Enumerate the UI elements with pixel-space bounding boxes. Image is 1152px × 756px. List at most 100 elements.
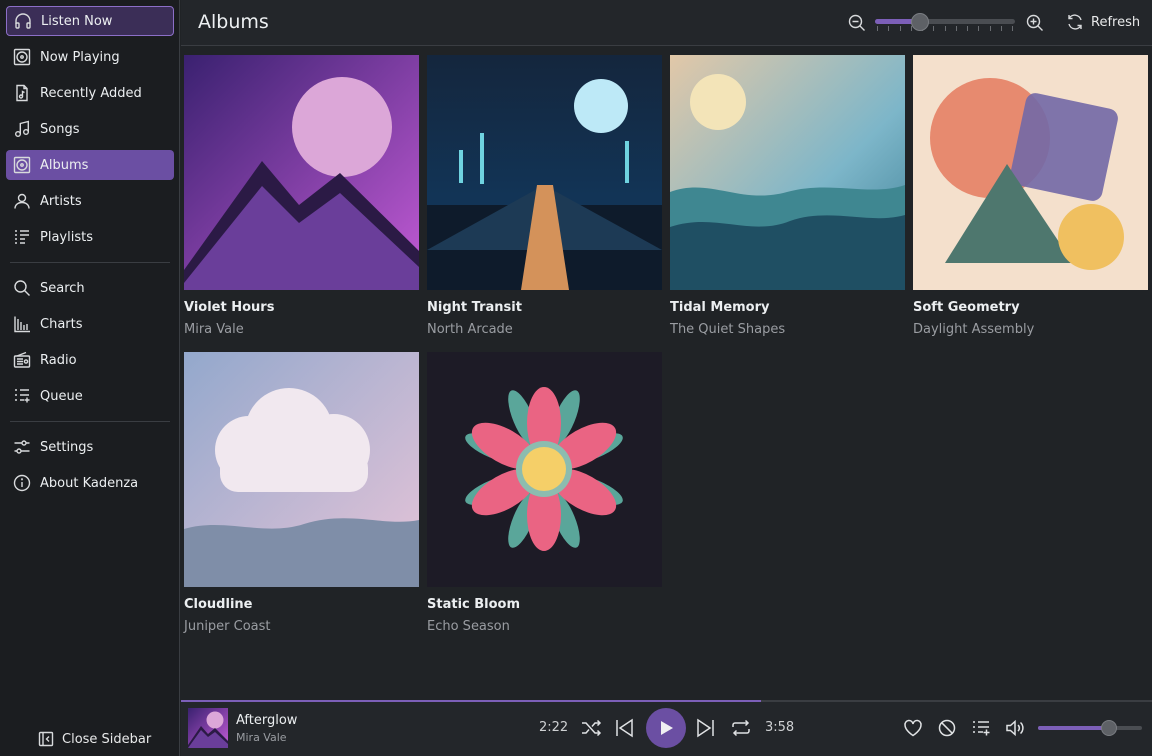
elapsed-time: 2:22 xyxy=(539,720,569,735)
track-duration: 3:58 xyxy=(765,720,795,735)
chart-icon xyxy=(12,314,32,334)
sidebar-item-label: Charts xyxy=(40,316,83,332)
mute-button[interactable] xyxy=(1003,716,1027,740)
sidebar-item-charts[interactable]: Charts xyxy=(6,309,174,339)
repeat-icon xyxy=(732,719,750,737)
zoom-slider-ticks xyxy=(877,26,1013,32)
close-sidebar-button[interactable]: Close Sidebar xyxy=(38,728,151,750)
queue-icon xyxy=(973,721,990,736)
zoom-out-icon xyxy=(848,14,865,31)
sidebar-item-label: About Kadenza xyxy=(40,475,139,491)
skip-forward-icon xyxy=(697,718,714,738)
player-bar: Afterglow Mira Vale 2:22 3:58 xyxy=(181,702,1152,756)
album-card[interactable]: Soft Geometry Daylight Assembly xyxy=(913,55,1148,337)
album-grid: Violet Hours Mira Vale Night Transit Nor xyxy=(181,47,1152,700)
music-note-icon xyxy=(12,119,32,139)
album-card[interactable]: Cloudline Juniper Coast xyxy=(184,352,419,634)
person-icon xyxy=(12,191,32,211)
sidebar-item-radio[interactable]: Radio xyxy=(6,345,174,375)
album-artist[interactable]: The Quiet Shapes xyxy=(670,322,905,337)
album-artist[interactable]: Echo Season xyxy=(427,619,662,634)
album-card[interactable]: Violet Hours Mira Vale xyxy=(184,55,419,337)
queue-icon xyxy=(12,386,32,406)
zoom-out-button[interactable] xyxy=(847,13,867,33)
sidebar-item-label: Settings xyxy=(40,439,94,455)
sidebar-item-albums[interactable]: Albums xyxy=(6,150,174,180)
refresh-icon xyxy=(1068,14,1082,30)
volume-icon xyxy=(1006,719,1024,737)
album-card[interactable]: Static Bloom Echo Season xyxy=(427,352,662,634)
album-title: Tidal Memory xyxy=(670,300,770,315)
sidebar-item-queue[interactable]: Queue xyxy=(6,381,174,411)
close-sidebar-label: Close Sidebar xyxy=(62,731,152,747)
sidebar-divider xyxy=(10,262,170,263)
sidebar-item-listen-now[interactable]: Listen Now xyxy=(6,6,174,36)
favorite-button[interactable] xyxy=(901,716,925,740)
sidebar-item-label: Artists xyxy=(40,193,82,209)
zoom-in-button[interactable] xyxy=(1025,13,1045,33)
album-cover xyxy=(184,55,419,290)
sidebar-item-artists[interactable]: Artists xyxy=(6,186,174,216)
kadenza-app: Listen Now Now Playing Recently Added So… xyxy=(0,0,1152,756)
album-cover xyxy=(427,55,662,290)
volume-slider-handle[interactable] xyxy=(1100,720,1117,736)
settings-icon xyxy=(12,437,32,457)
sidebar-divider xyxy=(10,421,170,422)
sidebar-item-recently-added[interactable]: Recently Added xyxy=(6,78,174,108)
album-title: Cloudline xyxy=(184,597,253,612)
sidebar-item-label: Playlists xyxy=(40,229,93,245)
album-artist[interactable]: Juniper Coast xyxy=(184,619,419,634)
sidebar-item-label: Radio xyxy=(40,352,77,368)
sidebar-item-playlists[interactable]: Playlists xyxy=(6,222,174,252)
zoom-slider[interactable] xyxy=(875,13,1015,35)
zoom-in-icon xyxy=(1026,14,1043,31)
volume-slider[interactable] xyxy=(1038,718,1142,738)
album-cover xyxy=(184,352,419,587)
sidebar-item-about[interactable]: About Kadenza xyxy=(6,468,174,498)
album-artist[interactable]: North Arcade xyxy=(427,322,662,337)
dislike-button[interactable] xyxy=(935,716,959,740)
sidebar-collapse-icon xyxy=(38,731,54,747)
next-track-button[interactable] xyxy=(694,716,718,740)
disc-icon xyxy=(12,47,32,67)
page-title: Albums xyxy=(198,11,269,33)
album-card[interactable]: Night Transit North Arcade xyxy=(427,55,662,337)
skip-back-icon xyxy=(616,718,633,738)
repeat-button[interactable] xyxy=(729,716,753,740)
refresh-label: Refresh xyxy=(1091,14,1141,30)
album-title: Soft Geometry xyxy=(913,300,1020,315)
album-artist[interactable]: Daylight Assembly xyxy=(913,322,1148,337)
block-icon xyxy=(938,719,956,737)
sidebar: Listen Now Now Playing Recently Added So… xyxy=(0,0,180,756)
zoom-slider-handle[interactable] xyxy=(910,13,929,31)
now-playing-artist[interactable]: Mira Vale xyxy=(236,731,287,744)
sidebar-item-now-playing[interactable]: Now Playing xyxy=(6,42,174,72)
sidebar-item-search[interactable]: Search xyxy=(6,273,174,303)
queue-button[interactable] xyxy=(969,716,993,740)
album-card[interactable]: Tidal Memory The Quiet Shapes xyxy=(670,55,905,337)
headphones-icon xyxy=(13,11,33,31)
sidebar-item-settings[interactable]: Settings xyxy=(6,432,174,462)
album-cover xyxy=(427,352,662,587)
document-music-icon xyxy=(12,83,32,103)
now-playing-title: Afterglow xyxy=(236,713,298,728)
search-icon xyxy=(12,278,32,298)
sidebar-item-songs[interactable]: Songs xyxy=(6,114,174,144)
album-title: Night Transit xyxy=(427,300,522,315)
heart-icon xyxy=(904,719,922,737)
play-button[interactable] xyxy=(646,708,686,748)
radio-icon xyxy=(12,350,32,370)
now-playing-artwork[interactable] xyxy=(188,708,228,748)
album-icon xyxy=(12,155,32,175)
volume-slider-fill xyxy=(1038,726,1109,730)
sidebar-item-label: Now Playing xyxy=(40,49,120,65)
refresh-button[interactable]: Refresh xyxy=(1065,12,1140,32)
album-artist[interactable]: Mira Vale xyxy=(184,322,419,337)
sidebar-item-label: Recently Added xyxy=(40,85,142,101)
sidebar-item-label: Albums xyxy=(40,157,89,173)
previous-track-button[interactable] xyxy=(612,716,636,740)
info-icon xyxy=(12,473,32,493)
shuffle-button[interactable] xyxy=(579,716,603,740)
sidebar-item-label: Songs xyxy=(40,121,80,137)
album-title: Violet Hours xyxy=(184,300,275,315)
